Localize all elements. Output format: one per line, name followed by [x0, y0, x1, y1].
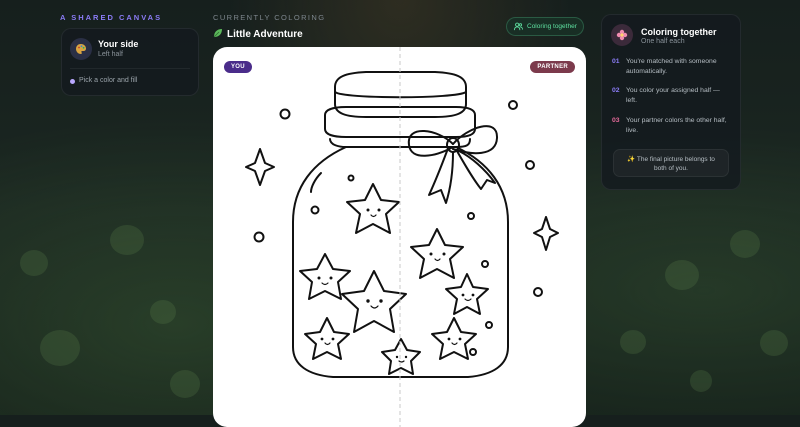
your-side-subtitle: Left half [98, 51, 123, 58]
partner-label: PARTNER [530, 61, 575, 73]
palette-icon [70, 38, 92, 60]
status-chip: Coloring together [506, 17, 584, 36]
ownership-note-text: The final picture belongs to both of you… [636, 156, 715, 172]
your-side-title: Your side [98, 39, 139, 49]
divider [70, 68, 190, 69]
step-1: 01 You're matched with someone automatic… [612, 57, 730, 77]
step-number: 02 [612, 87, 620, 94]
artwork-title-text: Little Adventure [227, 28, 303, 40]
your-side-card: Your side Left half Pick a color and fil… [61, 28, 199, 96]
step-number: 03 [612, 117, 620, 124]
together-subtitle: One half each [641, 38, 685, 45]
step-2: 02 You color your assigned half — left. [612, 86, 730, 106]
coloring-canvas[interactable]: YOU PARTNER [213, 47, 586, 427]
step-text: You're matched with someone automaticall… [626, 58, 717, 75]
hint-dot [70, 79, 75, 84]
together-title: Coloring together [641, 27, 717, 37]
status-chip-text: Coloring together [527, 23, 577, 30]
step-text: You color your assigned half — left. [626, 87, 720, 104]
coloring-together-card: Coloring together One half each 01 You'r… [601, 14, 741, 190]
sparkle-icon: ✨ [627, 156, 636, 163]
users-icon [514, 18, 523, 36]
leaf-icon [213, 25, 223, 43]
artwork-title: Little Adventure [213, 25, 303, 43]
coloring-artwork[interactable] [213, 47, 586, 427]
you-label: YOU [224, 61, 252, 73]
ownership-note: ✨ The final picture belongs to both of y… [613, 149, 729, 177]
step-3: 03 Your partner colors the other half, l… [612, 116, 730, 136]
flower-icon [611, 24, 633, 46]
color-hint: Pick a color and fill [79, 77, 138, 84]
step-number: 01 [612, 58, 620, 65]
step-text: Your partner colors the other half, live… [626, 117, 727, 134]
left-kicker: A SHARED CANVAS [60, 13, 163, 22]
currently-coloring-kicker: CURRENTLY COLORING [213, 13, 326, 22]
